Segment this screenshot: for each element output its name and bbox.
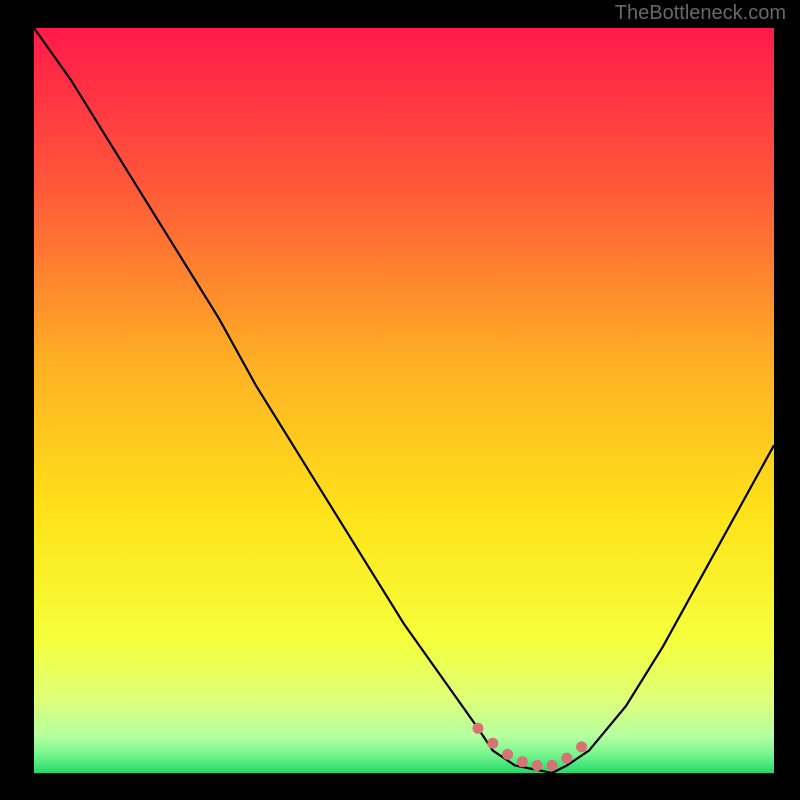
chart-container: TheBottleneck.com [0, 0, 800, 800]
marker-point [473, 723, 484, 734]
marker-point [532, 760, 543, 771]
watermark-text: TheBottleneck.com [615, 2, 786, 25]
marker-point [576, 741, 587, 752]
marker-point [517, 756, 528, 767]
bottleneck-curve [34, 28, 774, 773]
plot-area [34, 28, 774, 773]
marker-point [502, 749, 513, 760]
marker-point [547, 760, 558, 771]
marker-point [561, 753, 572, 764]
marker-point [487, 738, 498, 749]
